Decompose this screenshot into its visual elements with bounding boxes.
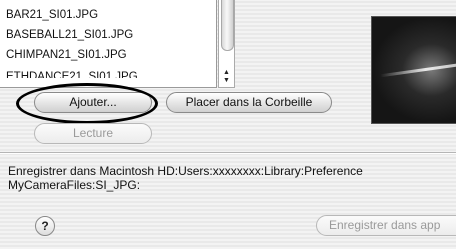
image-preview bbox=[371, 16, 456, 124]
save-path-line-1: Enregistrer dans Macintosh HD:Users:xxxx… bbox=[8, 164, 363, 178]
help-button[interactable]: ? bbox=[35, 216, 55, 236]
file-list-scrollbar[interactable]: ▲ ▼ bbox=[218, 0, 235, 88]
preview-light-streak bbox=[380, 63, 456, 78]
file-list-item[interactable]: BAR21_SI01.JPG bbox=[6, 5, 98, 25]
divider bbox=[0, 152, 456, 154]
file-list[interactable]: BAR21_SI01.JPG BASEBALL21_SI01.JPG CHIMP… bbox=[0, 0, 217, 88]
scrollbar-thumb[interactable] bbox=[221, 0, 234, 51]
file-list-item[interactable]: ETHDANCE21_SI01.JPG bbox=[6, 65, 138, 78]
scroll-up-arrow-icon[interactable]: ▲ bbox=[219, 69, 234, 77]
move-to-trash-button[interactable]: Placer dans la Corbeille bbox=[166, 92, 332, 113]
add-button[interactable]: Ajouter... bbox=[34, 92, 152, 113]
file-list-item[interactable]: CHIMPAN21_SI01.JPG bbox=[6, 45, 127, 65]
file-list-item[interactable]: BASEBALL21_SI01.JPG bbox=[6, 25, 133, 45]
save-path-line-2: MyCameraFiles:SI_JPG: bbox=[8, 178, 141, 192]
play-button[interactable]: Lecture bbox=[34, 123, 152, 144]
save-to-app-button[interactable]: Enregistrer dans app bbox=[316, 215, 456, 236]
scroll-down-arrow-icon[interactable]: ▼ bbox=[219, 77, 234, 85]
